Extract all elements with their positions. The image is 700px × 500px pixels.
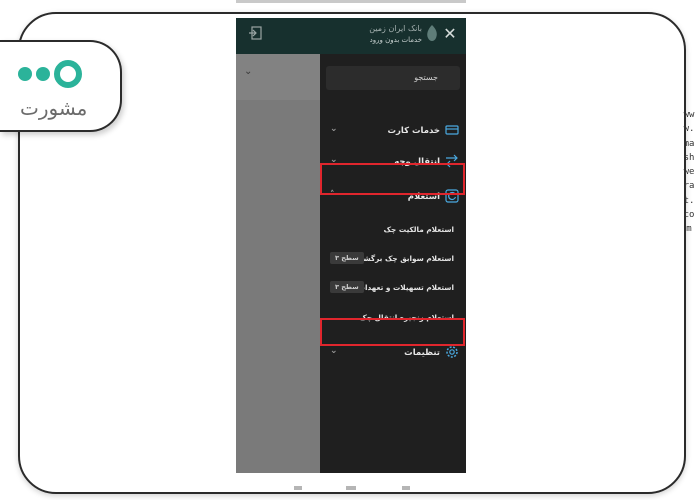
chevron-down-icon: ⌄ (330, 124, 338, 134)
chevron-down-icon: ⌄ (244, 66, 253, 77)
gear-icon (446, 346, 458, 358)
bottom-decoration (346, 486, 356, 490)
background-page-header: ⌄ (236, 54, 320, 100)
submenu-item-check-ownership[interactable]: استعلام مالکیت چک (320, 216, 466, 244)
level-badge: سطح ۳ (330, 252, 364, 264)
logo-dot (18, 67, 32, 81)
bank-info: بانک ایران زمین خدمات بدون ورود (369, 24, 422, 44)
watermark-url: www.mashwerat.com (683, 110, 695, 235)
bank-name: بانک ایران زمین (369, 24, 422, 33)
submenu-item-returned-checks[interactable]: استعلام سوابق چک برگشتی سطح ۳ (320, 245, 466, 273)
menu-item-label: خدمات کارت (387, 126, 440, 136)
app-header: بانک ایران زمین خدمات بدون ورود ✕ (236, 18, 466, 54)
submenu-item-label: استعلام سوابق چک برگشتی (353, 254, 454, 263)
menu-item-card-services[interactable]: خدمات کارت ⌄ (320, 116, 466, 146)
submenu-item-facilities[interactable]: استعلام تسهیلات و تعهدات سطح ۳ (320, 274, 466, 302)
phone-screen: بانک ایران زمین خدمات بدون ورود ✕ ⌄ جستج… (236, 18, 466, 473)
logo-ring (54, 60, 82, 88)
level-badge: سطح ۳ (330, 281, 364, 293)
logo-dot (36, 67, 50, 81)
chevron-down-icon: ⌄ (330, 346, 338, 356)
highlight-inquiry (320, 163, 465, 195)
submenu-item-label: استعلام مالکیت چک (383, 225, 454, 234)
exit-icon[interactable] (248, 26, 262, 40)
background-page-overlay: ⌄ (236, 54, 320, 473)
logo-word: مشورت (20, 96, 88, 120)
search-input[interactable]: جستجو (326, 66, 460, 90)
submenu-item-label: استعلام تسهیلات و تعهدات (357, 283, 454, 292)
bottom-decoration (402, 486, 410, 490)
bank-logo-icon (427, 25, 437, 41)
close-icon[interactable]: ✕ (440, 24, 460, 44)
highlight-check-chain (320, 318, 465, 346)
menu-item-label: تنظیمات (404, 348, 440, 358)
logo-mark (18, 60, 82, 88)
bottom-decoration (294, 486, 302, 490)
top-divider (236, 0, 466, 3)
site-logo: مشورت (0, 40, 122, 132)
card-icon (445, 125, 459, 135)
bank-subtitle: خدمات بدون ورود (369, 36, 422, 44)
side-menu: جستجو خدمات کارت ⌄ انتقال وجه ⌄ استعلام (320, 54, 466, 473)
